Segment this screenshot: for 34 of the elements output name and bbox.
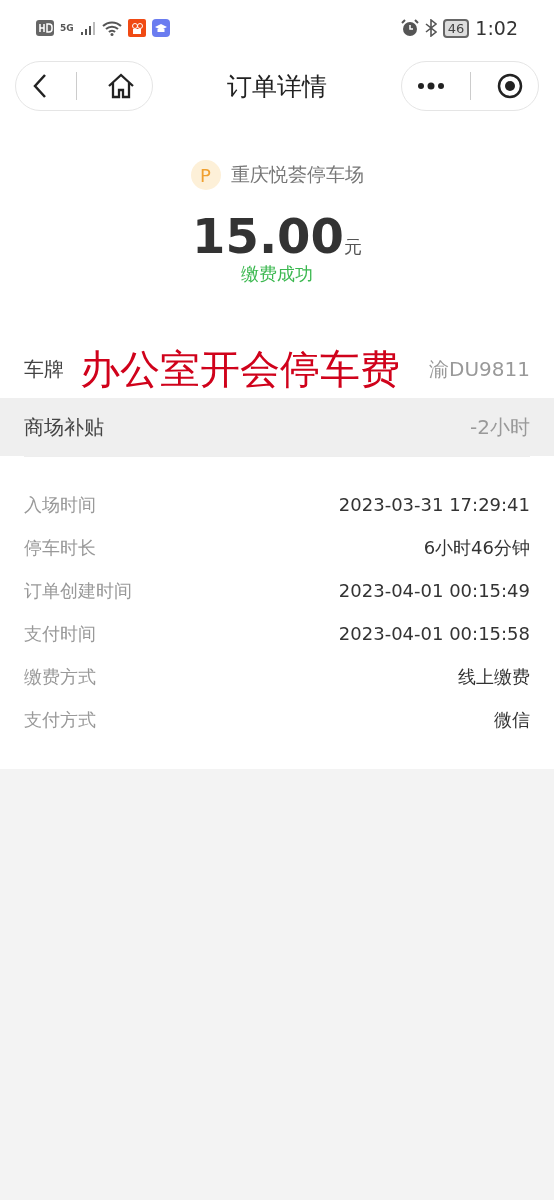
wifi-icon — [101, 20, 122, 36]
detail-value: 6小时46分钟 — [423, 535, 530, 560]
detail-value: 线上缴费 — [458, 664, 530, 689]
page-title: 订单详情 — [226, 70, 328, 103]
detail-label: 支付方式 — [24, 707, 96, 732]
signal-icon — [79, 20, 96, 36]
row-value: 渝DU9811 — [429, 355, 530, 383]
graduation-cap-icon — [151, 19, 170, 37]
network-label: 5G — [60, 23, 74, 33]
hd-icon — [36, 20, 54, 36]
alarm-icon — [400, 19, 419, 37]
more-icon — [416, 82, 445, 90]
currency-unit: 元 — [343, 235, 362, 259]
clock-time: 1:02 — [475, 17, 518, 39]
annotation-text: 办公室开会停车费 — [80, 345, 400, 394]
row-value: -2小时 — [470, 413, 530, 441]
bluetooth-icon — [424, 19, 437, 37]
detail-value: 微信 — [494, 707, 530, 732]
detail-label: 停车时长 — [24, 535, 96, 560]
detail-label: 支付时间 — [24, 621, 96, 646]
app-icon — [127, 19, 146, 37]
detail-value: 2023-04-01 00:15:58 — [338, 623, 530, 644]
amount: 15.00 — [192, 208, 344, 264]
row-label: 商场补贴 — [24, 413, 104, 441]
detail-value: 2023-04-01 00:15:49 — [338, 580, 530, 601]
detail-label: 缴费方式 — [24, 664, 96, 689]
detail-value: 2023-03-31 17:29:41 — [338, 494, 530, 515]
detail-label: 入场时间 — [24, 492, 96, 517]
row-label: 车牌 — [24, 355, 64, 383]
parking-badge: P — [190, 160, 221, 190]
detail-label: 订单创建时间 — [24, 578, 132, 603]
battery-level: 46 — [442, 18, 470, 38]
parking-lot-name: 重庆悦荟停车场 — [230, 162, 364, 187]
payment-status: 缴费成功 — [240, 262, 314, 286]
